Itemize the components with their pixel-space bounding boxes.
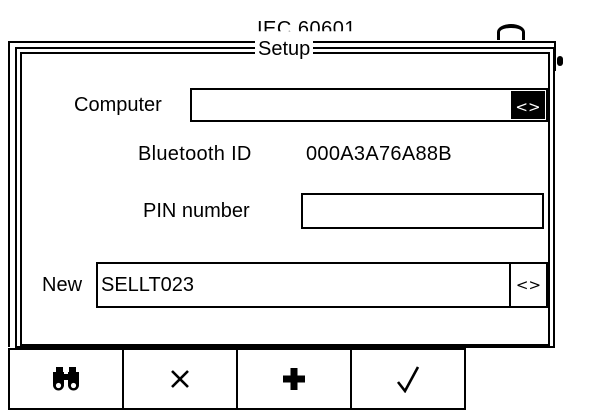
- background-frame-left: [8, 41, 10, 347]
- pin-number-label: PIN number: [143, 200, 250, 222]
- new-name-field[interactable]: SELLT023: [96, 262, 548, 308]
- softkey-bar: [8, 348, 466, 410]
- plus-icon: [283, 368, 305, 390]
- confirm-softkey[interactable]: [352, 350, 464, 408]
- checkmark-icon: [396, 366, 420, 393]
- computer-label: Computer: [74, 94, 162, 116]
- indicator-dot-icon: [557, 56, 563, 66]
- cancel-softkey[interactable]: [124, 350, 238, 408]
- close-icon: [171, 370, 189, 388]
- new-selector-button[interactable]: <>: [509, 264, 546, 306]
- search-softkey[interactable]: [10, 350, 124, 408]
- dialog-title: Setup: [255, 38, 314, 60]
- bluetooth-id-value: 000A3A76A88B: [306, 143, 452, 165]
- computer-field[interactable]: [190, 88, 548, 122]
- computer-selector-button[interactable]: <>: [511, 91, 545, 119]
- bluetooth-id-label: Bluetooth ID: [138, 143, 252, 165]
- new-label: New: [42, 274, 83, 296]
- connection-arc-icon: [497, 24, 525, 40]
- add-softkey[interactable]: [238, 350, 352, 408]
- binoculars-icon: [53, 367, 79, 391]
- pin-number-field[interactable]: [301, 193, 544, 229]
